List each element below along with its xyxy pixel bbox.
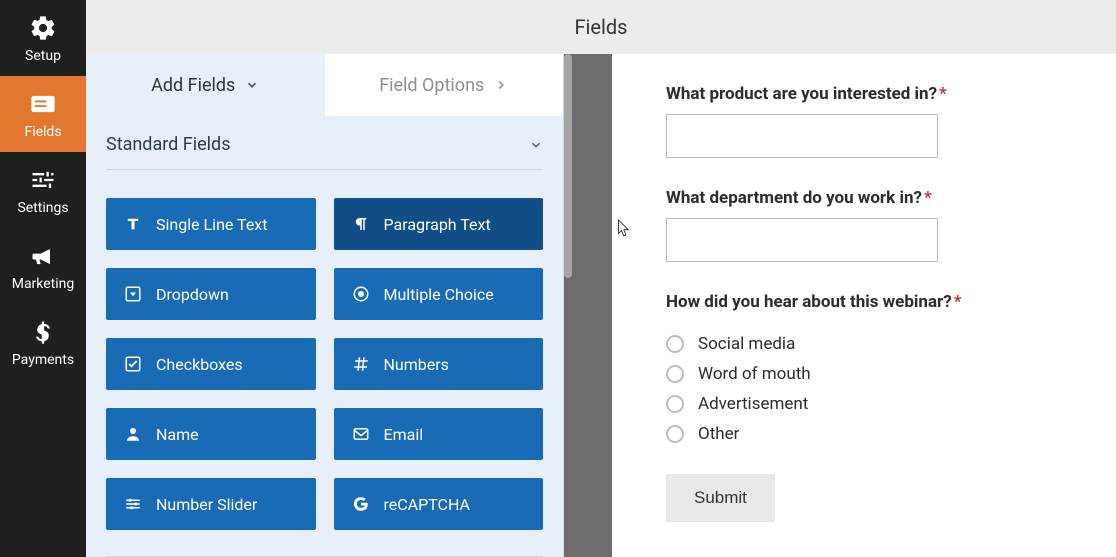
- sliders-h-icon: [124, 495, 142, 513]
- page-title: Fields: [575, 15, 628, 39]
- radio-label: Advertisement: [698, 394, 808, 414]
- field-recaptcha[interactable]: reCAPTCHA: [334, 478, 544, 530]
- hash-icon: [352, 355, 370, 373]
- field-label: Name: [156, 425, 199, 444]
- caret-square-icon: [124, 285, 142, 303]
- radio-list: Social media Word of mouth Advertisement…: [666, 334, 1066, 444]
- envelope-icon: [352, 425, 370, 443]
- panel-tabs: Add Fields Field Options: [86, 54, 563, 116]
- section-standard-fields[interactable]: Standard Fields: [106, 116, 543, 170]
- tab-add-fields[interactable]: Add Fields: [86, 54, 325, 116]
- sidenav-label-settings: Settings: [17, 200, 68, 216]
- text-input-q1[interactable]: [666, 114, 938, 158]
- sidenav-label-payments: Payments: [12, 352, 74, 368]
- required-mark: *: [924, 188, 932, 208]
- field-label: Single Line Text: [156, 215, 267, 234]
- radio-icon: [666, 395, 684, 413]
- required-mark: *: [954, 292, 962, 312]
- chevron-right-icon: [494, 78, 508, 92]
- text-input-q2[interactable]: [666, 218, 938, 262]
- radio-item[interactable]: Advertisement: [666, 394, 1066, 414]
- field-grid: Single Line Text Paragraph Text Dropdown…: [86, 170, 563, 548]
- sidenav-item-marketing[interactable]: Marketing: [0, 228, 86, 304]
- radio-icon: [666, 365, 684, 383]
- form-preview: What product are you interested in?* Wha…: [612, 54, 1116, 557]
- sidenav-label-setup: Setup: [25, 48, 61, 64]
- question-label: What product are you interested in?*: [666, 84, 947, 104]
- field-numbers[interactable]: Numbers: [334, 338, 544, 390]
- required-mark: *: [939, 84, 947, 104]
- sidenav-label-marketing: Marketing: [12, 276, 75, 292]
- form-question-3: How did you hear about this webinar?* So…: [666, 292, 1066, 444]
- left-sidebar: Setup Fields Settings Marketing Payments: [0, 0, 86, 557]
- tab-add-fields-label: Add Fields: [151, 75, 235, 96]
- field-label: Number Slider: [156, 495, 257, 514]
- question-label: How did you hear about this webinar?*: [666, 292, 961, 312]
- chevron-down-icon: [529, 138, 543, 152]
- chevron-down-icon: [245, 78, 259, 92]
- form-icon: [29, 90, 57, 118]
- tab-field-options[interactable]: Field Options: [325, 54, 564, 116]
- sidenav-item-fields[interactable]: Fields: [0, 76, 86, 152]
- question-label: What department do you work in?*: [666, 188, 932, 208]
- radio-item[interactable]: Other: [666, 424, 1066, 444]
- field-label: Email: [384, 425, 424, 444]
- radio-label: Social media: [698, 334, 795, 354]
- field-label: Paragraph Text: [384, 215, 491, 234]
- bullhorn-icon: [29, 242, 57, 270]
- radio-label: Word of mouth: [698, 364, 811, 384]
- field-label: Multiple Choice: [384, 285, 494, 304]
- sidenav-item-setup[interactable]: Setup: [0, 0, 86, 76]
- radio-label: Other: [698, 424, 739, 444]
- work-area: Add Fields Field Options Standard Fields…: [86, 54, 1116, 557]
- radio-item[interactable]: Word of mouth: [666, 364, 1066, 384]
- tab-field-options-label: Field Options: [379, 75, 484, 96]
- field-number-slider[interactable]: Number Slider: [106, 478, 316, 530]
- form-question-1: What product are you interested in?*: [666, 84, 1066, 158]
- preview-gutter: [564, 54, 612, 557]
- google-icon: [352, 495, 370, 513]
- field-checkboxes[interactable]: Checkboxes: [106, 338, 316, 390]
- dot-circle-icon: [352, 285, 370, 303]
- field-label: reCAPTCHA: [384, 495, 470, 514]
- field-label: Dropdown: [156, 285, 229, 304]
- field-label: Checkboxes: [156, 355, 243, 374]
- check-square-icon: [124, 355, 142, 373]
- field-dropdown[interactable]: Dropdown: [106, 268, 316, 320]
- sidenav-label-fields: Fields: [24, 124, 61, 140]
- dollar-icon: [29, 318, 57, 346]
- radio-item[interactable]: Social media: [666, 334, 1066, 354]
- top-bar: Fields: [86, 0, 1116, 54]
- field-email[interactable]: Email: [334, 408, 544, 460]
- submit-button[interactable]: Submit: [666, 474, 775, 522]
- user-icon: [124, 425, 142, 443]
- sidenav-item-settings[interactable]: Settings: [0, 152, 86, 228]
- paragraph-icon: [352, 215, 370, 233]
- field-multiple-choice[interactable]: Multiple Choice: [334, 268, 544, 320]
- field-single-line-text[interactable]: Single Line Text: [106, 198, 316, 250]
- sliders-icon: [29, 166, 57, 194]
- field-paragraph-text[interactable]: Paragraph Text: [334, 198, 544, 250]
- text-icon: [124, 215, 142, 233]
- sidenav-item-payments[interactable]: Payments: [0, 304, 86, 380]
- main-area: Fields Add Fields Field Options Standard…: [86, 0, 1116, 557]
- field-label: Numbers: [384, 355, 449, 374]
- gear-icon: [29, 14, 57, 42]
- field-name[interactable]: Name: [106, 408, 316, 460]
- section-title: Standard Fields: [106, 134, 231, 155]
- radio-icon: [666, 425, 684, 443]
- fields-panel: Add Fields Field Options Standard Fields…: [86, 54, 564, 557]
- form-question-2: What department do you work in?*: [666, 188, 1066, 262]
- radio-icon: [666, 335, 684, 353]
